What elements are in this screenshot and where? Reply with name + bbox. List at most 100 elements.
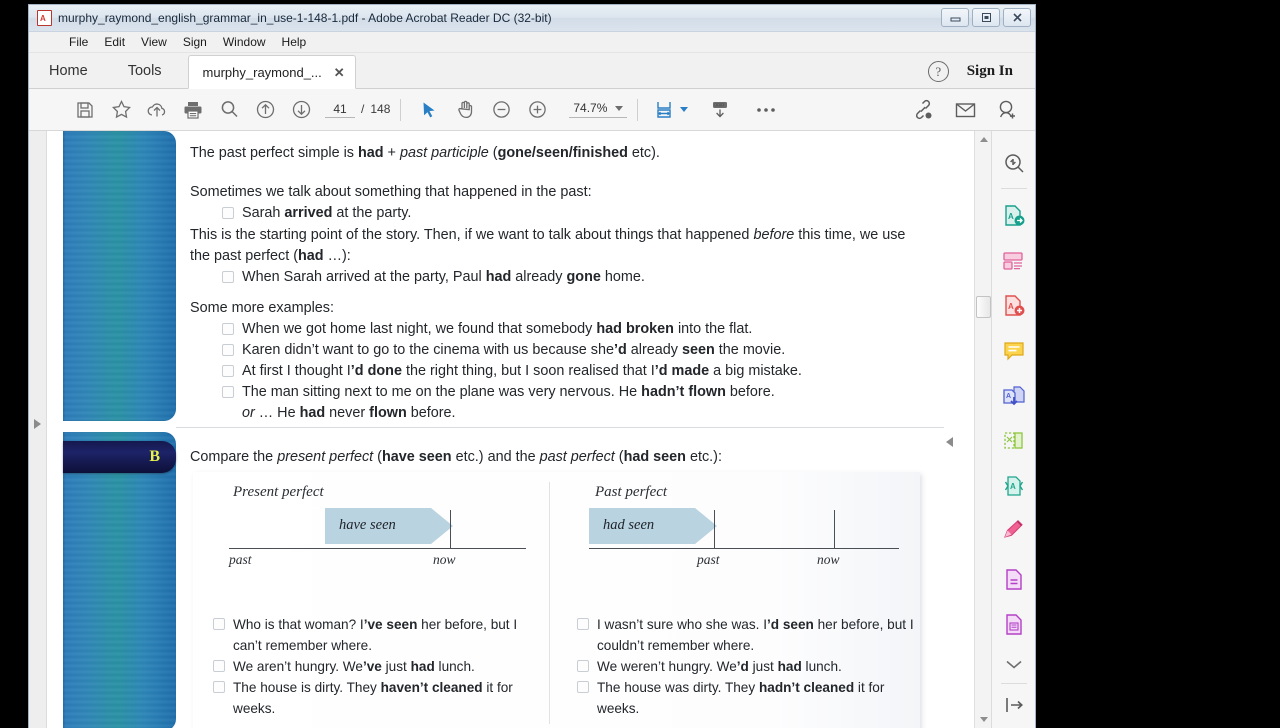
add-person-icon[interactable]	[989, 93, 1025, 127]
export-pdf-icon[interactable]: A	[992, 193, 1036, 238]
section-divider	[176, 427, 944, 428]
help-icon[interactable]: ?	[927, 61, 949, 82]
sign-in-button[interactable]: Sign In	[967, 63, 1013, 80]
scrollbar-thumb[interactable]	[976, 296, 991, 318]
create-pdf-icon[interactable]	[992, 238, 1036, 283]
scroll-mode-icon[interactable]	[702, 93, 738, 127]
hand-tool-icon[interactable]	[447, 93, 483, 127]
ea1-p2: into the flat.	[673, 321, 753, 337]
chevron-down-icon[interactable]	[615, 105, 624, 111]
checkbox-icon[interactable]	[213, 660, 225, 672]
checkbox-icon[interactable]	[222, 386, 234, 398]
ea2-p2: already	[626, 342, 682, 358]
print-icon[interactable]	[175, 93, 211, 127]
save-icon[interactable]	[67, 93, 103, 127]
organize-pages-icon[interactable]	[992, 418, 1036, 463]
psp-p1: This is the starting point of the story.…	[190, 227, 754, 243]
menu-help[interactable]: Help	[274, 33, 315, 51]
find-icon[interactable]	[211, 93, 247, 127]
tab-tools[interactable]: Tools	[108, 54, 182, 88]
checkbox-icon[interactable]	[213, 681, 225, 693]
pfe2-b1: ’d	[736, 659, 749, 674]
minimize-button[interactable]	[941, 8, 969, 27]
checkbox-icon[interactable]	[577, 681, 589, 693]
ea1-b1: had broken	[596, 321, 674, 337]
collapse-right-panel-button[interactable]	[942, 431, 956, 453]
present-perfect-axis	[229, 548, 526, 550]
checkbox-icon[interactable]	[222, 323, 234, 335]
para-definition-p2: +	[383, 145, 400, 161]
scan-and-ocr-icon[interactable]	[992, 602, 1036, 647]
checkbox-icon[interactable]	[222, 271, 234, 283]
page-number-input[interactable]	[325, 101, 355, 118]
zoom-level-selector[interactable]: 74.7%	[569, 101, 628, 118]
tab-home[interactable]: Home	[29, 54, 108, 88]
menu-view[interactable]: View	[133, 33, 175, 51]
checkbox-icon[interactable]	[222, 207, 234, 219]
page-fit-icon[interactable]	[648, 93, 684, 127]
pdf-page-area[interactable]: B The past perfect simple is had + past …	[47, 131, 974, 728]
bpg-p2: already	[511, 269, 567, 285]
svg-text:A: A	[1006, 393, 1011, 400]
eaor-p1: … He	[254, 405, 300, 421]
email-icon[interactable]	[947, 93, 983, 127]
comparison-panel: Present perfect have seen past now Who i…	[193, 472, 920, 728]
close-button[interactable]	[1003, 8, 1031, 27]
ea4-b1: hadn’t flown	[641, 384, 726, 400]
tab-document[interactable]: murphy_raymond_... ✕	[187, 55, 356, 89]
menu-window[interactable]: Window	[215, 33, 274, 51]
ea2-b2: seen	[682, 342, 715, 358]
scroll-down-button[interactable]	[975, 711, 992, 728]
edit-pdf-icon[interactable]: A	[992, 283, 1036, 328]
pch-i1: present perfect	[277, 449, 374, 465]
upload-to-cloud-icon[interactable]	[139, 93, 175, 127]
menu-file[interactable]: File	[61, 33, 96, 51]
past-perfect-axis	[589, 548, 899, 550]
vertical-scrollbar[interactable]	[974, 131, 991, 728]
pch-p2: (	[373, 449, 382, 465]
checkbox-icon[interactable]	[222, 365, 234, 377]
star-icon[interactable]	[103, 93, 139, 127]
menu-sign[interactable]: Sign	[175, 33, 215, 51]
zoom-in-icon[interactable]	[519, 93, 555, 127]
ppe3-b1: haven’t cleaned	[380, 680, 483, 695]
svg-text:A: A	[1008, 302, 1014, 311]
compress-pdf-icon[interactable]: A	[992, 463, 1036, 508]
para-definition-p3: (	[488, 145, 498, 161]
tools-rail: A A A A	[991, 131, 1035, 728]
ea3-b2: ’d made	[654, 363, 710, 379]
share-link-icon[interactable]	[905, 93, 941, 127]
combine-files-icon[interactable]: A	[992, 373, 1036, 418]
next-page-icon[interactable]	[283, 93, 319, 127]
more-tools-icon[interactable]	[748, 93, 784, 127]
select-cursor-icon[interactable]	[411, 93, 447, 127]
chevron-down-icon[interactable]	[992, 647, 1036, 681]
scroll-up-button[interactable]	[975, 131, 992, 148]
left-navigation-rail[interactable]	[29, 131, 47, 728]
main-toolbar: / 148	[29, 89, 1035, 131]
checkbox-icon[interactable]	[577, 618, 589, 630]
fill-and-sign-icon[interactable]	[992, 508, 1036, 553]
pdf-page: B The past perfect simple is had + past …	[47, 131, 958, 728]
decorative-strip-bottom	[63, 432, 176, 728]
menu-edit[interactable]: Edit	[96, 33, 133, 51]
past-perfect-now-label: now	[817, 552, 840, 567]
collapse-panel-icon[interactable]	[992, 688, 1036, 722]
checkbox-icon[interactable]	[213, 618, 225, 630]
zoom-out-icon[interactable]	[483, 93, 519, 127]
svg-text:A: A	[1008, 212, 1014, 221]
decorative-strip-top	[63, 131, 176, 421]
comment-icon[interactable]	[992, 328, 1036, 373]
expand-navigation-icon[interactable]	[34, 419, 41, 429]
previous-page-icon[interactable]	[247, 93, 283, 127]
bpg-p1: When Sarah arrived at the party, Paul	[242, 269, 486, 285]
maximize-button[interactable]	[972, 8, 1000, 27]
checkbox-icon[interactable]	[222, 344, 234, 356]
ea2-p1: Karen didn’t want to go to the cinema wi…	[242, 342, 614, 358]
page-fit-chevron-down-icon[interactable]	[680, 107, 689, 112]
close-icon[interactable]: ✕	[334, 66, 345, 79]
search-reader-icon[interactable]	[992, 141, 1036, 186]
checkbox-icon[interactable]	[577, 660, 589, 672]
request-signatures-icon[interactable]	[992, 557, 1036, 602]
eaor-b1: had	[299, 405, 326, 421]
